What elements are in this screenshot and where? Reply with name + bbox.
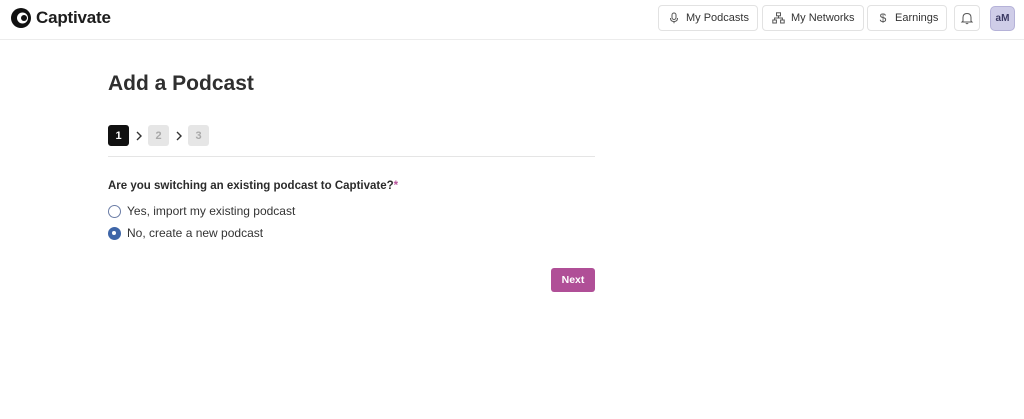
chevron-right-icon (169, 131, 188, 141)
brand-name: Captivate (36, 8, 111, 27)
earnings-label: Earnings (895, 12, 939, 24)
captivate-logo-icon (11, 8, 31, 28)
my-networks-button[interactable]: My Networks (762, 5, 864, 31)
my-podcasts-label: My Podcasts (686, 12, 749, 24)
radio-import-existing[interactable] (108, 204, 121, 218)
chevron-right-icon (129, 131, 148, 141)
question-text: Are you switching an existing podcast to… (108, 180, 394, 192)
page-title: Add a Podcast (108, 72, 254, 95)
dollar-icon: $ (879, 11, 887, 25)
step-3: 3 (188, 125, 209, 146)
radio-create-new[interactable] (108, 226, 121, 240)
microphone-icon (670, 12, 678, 24)
top-navigation-bar: Captivate My Podcasts My Networks $ Earn… (0, 0, 1024, 40)
section-divider (108, 156, 595, 157)
step-indicator: 1 2 3 (108, 125, 209, 146)
required-asterisk: * (393, 180, 399, 192)
option-create-new[interactable]: No, create a new podcast (108, 225, 263, 241)
my-podcasts-button[interactable]: My Podcasts (658, 5, 758, 31)
user-avatar[interactable]: aM (990, 6, 1015, 31)
bell-icon (960, 12, 974, 25)
switching-question-label: Are you switching an existing podcast to… (108, 180, 398, 192)
notifications-button[interactable] (954, 5, 980, 31)
option-create-new-label: No, create a new podcast (127, 226, 264, 240)
option-import-existing[interactable]: Yes, import my existing podcast (108, 203, 295, 219)
option-import-existing-label: Yes, import my existing podcast (127, 204, 296, 218)
captivate-logo[interactable]: Captivate (10, 7, 111, 29)
step-2: 2 (148, 125, 169, 146)
step-1: 1 (108, 125, 129, 146)
my-networks-label: My Networks (791, 12, 855, 24)
next-button[interactable]: Next (551, 268, 595, 292)
network-icon (772, 12, 785, 24)
earnings-button[interactable]: $ Earnings (867, 5, 948, 31)
